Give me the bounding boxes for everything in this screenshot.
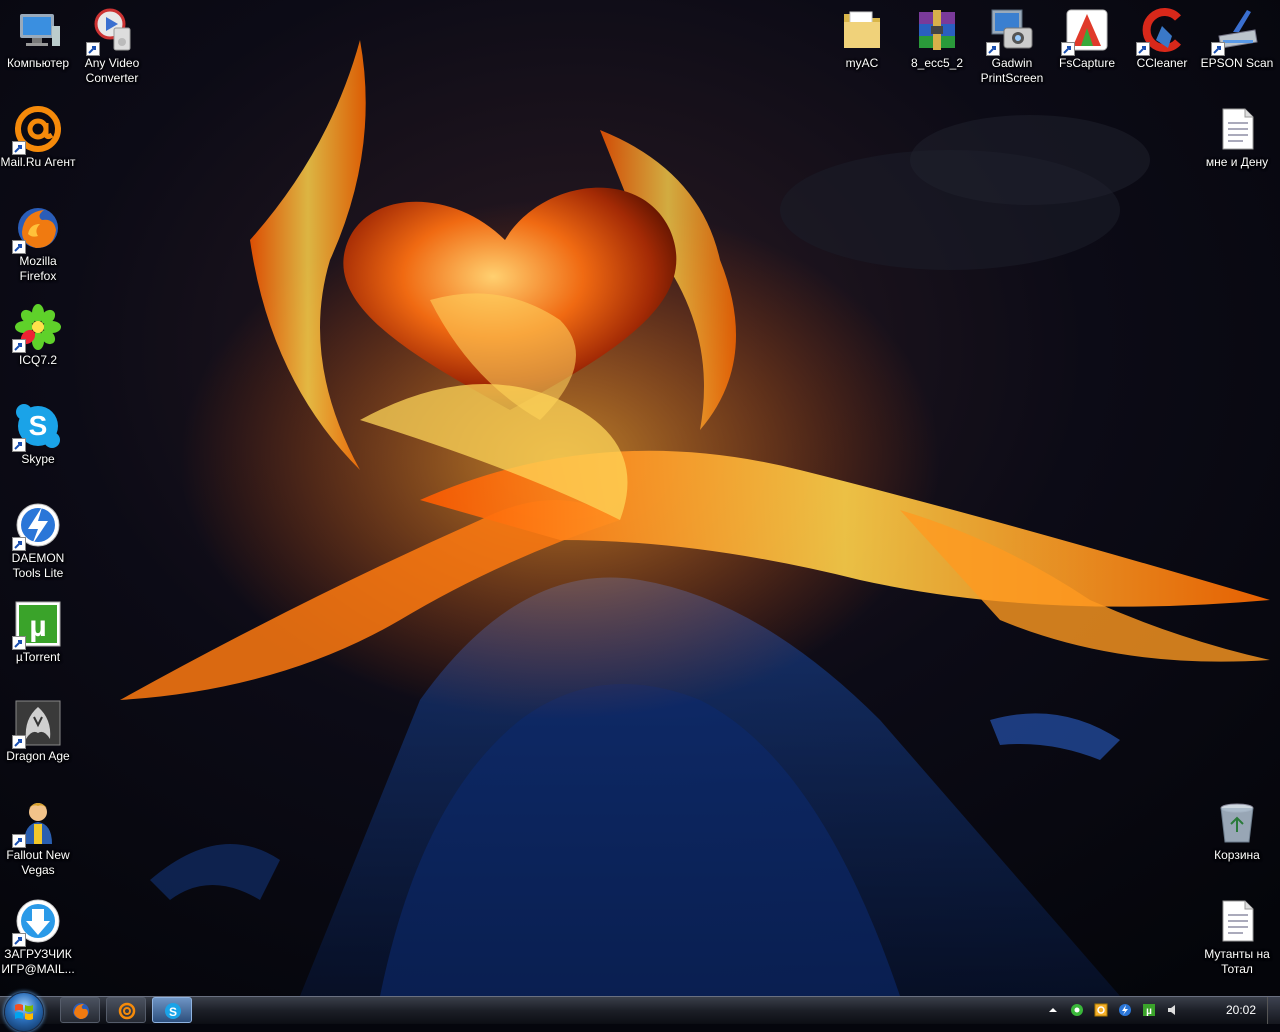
ccleaner-icon — [1136, 6, 1186, 56]
desktop-icon-gadwin-printscreen[interactable]: Gadwin PrintScreen — [974, 6, 1050, 86]
shortcut-arrow-icon — [986, 42, 1000, 56]
desktop-icon-label: ICQ7.2 — [18, 353, 57, 367]
desktop-icon-label: µTorrent — [15, 650, 61, 664]
desktop-icon-8-ecc5-2[interactable]: 8_ecc5_2 — [899, 6, 975, 71]
skype-icon: S — [12, 402, 62, 452]
utorrent-tray-icon[interactable]: µ — [1142, 1003, 1156, 1017]
desktop-icon-daemon-tools[interactable]: DAEMON Tools Lite — [0, 501, 76, 581]
start-button[interactable] — [4, 992, 44, 1032]
windows-logo-icon — [15, 1004, 33, 1020]
mozilla-firefox-icon — [12, 204, 62, 254]
desktop-icon-label: DAEMON Tools Lite — [11, 551, 65, 580]
winrar-archive-icon — [913, 6, 961, 54]
shortcut-arrow-icon — [1211, 42, 1225, 56]
desktop-icon-label: мне и Дену — [1205, 155, 1269, 169]
desktop-icon-fscapture[interactable]: FsCapture — [1049, 6, 1125, 71]
computer-icon — [14, 6, 62, 54]
daemon-tools-icon — [12, 501, 62, 551]
shortcut-arrow-icon — [12, 636, 26, 650]
desktop-icon-text-file-1[interactable]: мне и Дену — [1199, 105, 1275, 170]
desktop-icon-label: Мутанты на Тотал — [1204, 947, 1270, 976]
desktop-icon-utorrent[interactable]: µ µTorrent — [0, 600, 76, 665]
svg-text:S: S — [169, 1005, 177, 1019]
desktop-icon-label: Fallout New Vegas — [6, 848, 70, 877]
epson-scan-icon — [1211, 6, 1261, 56]
folder-icon — [838, 6, 886, 54]
desktop-icon-icq[interactable]: ICQ7.2 — [0, 303, 76, 368]
desktop-icon-label: FsCapture — [1058, 56, 1116, 70]
desktop-icon-label: Skype — [21, 452, 55, 466]
svg-text:S: S — [29, 410, 48, 441]
svg-text:µ: µ — [29, 610, 46, 643]
desktop-icon-label: Корзина — [1214, 848, 1260, 862]
shortcut-arrow-icon — [86, 42, 100, 56]
desktop-icon-text-file-2[interactable]: Мутанты на Тотал — [1199, 897, 1275, 977]
desktop-icon-mail-ru-agent[interactable]: Mail.Ru Агент — [0, 105, 76, 170]
shortcut-arrow-icon — [12, 141, 26, 155]
any-video-converter-icon — [86, 6, 136, 56]
shortcut-arrow-icon — [1136, 42, 1150, 56]
shortcut-arrow-icon — [1061, 42, 1075, 56]
desktop-icon-label: EPSON Scan — [1200, 56, 1274, 70]
desktop-icon-mozilla-firefox[interactable]: Mozilla Firefox — [0, 204, 76, 284]
desktop-icon-skype[interactable]: S Skype — [0, 402, 76, 467]
taskbar-firefox-button[interactable] — [60, 997, 100, 1023]
volume-icon[interactable] — [1166, 1003, 1180, 1017]
shortcut-arrow-icon — [12, 735, 26, 749]
shortcut-arrow-icon — [12, 240, 26, 254]
desktop-icon-recycle-bin[interactable]: Корзина — [1199, 798, 1275, 863]
recycle-bin-icon — [1213, 798, 1261, 846]
skype-taskbar-icon: S — [165, 1003, 181, 1019]
desktop-icon-label: Компьютер — [6, 56, 70, 70]
mail-agent-taskbar-icon — [118, 1002, 136, 1020]
desktop-icon-epson-scan[interactable]: EPSON Scan — [1199, 6, 1275, 71]
desktop-icon-label: Any Video Converter — [84, 56, 140, 85]
desktop-icon-label: CCleaner — [1136, 56, 1188, 70]
taskbar-mail-agent-button[interactable] — [106, 997, 146, 1023]
desktop-icon-label: ЗАГРУЗЧИК ИГР@MAIL... — [1, 947, 75, 976]
desktop-icon-label: 8_ecc5_2 — [910, 56, 964, 70]
dragon-age-icon — [12, 699, 62, 749]
shortcut-arrow-icon — [12, 537, 26, 551]
fallout-new-vegas-icon — [12, 798, 62, 848]
desktop-icon-label: Mozilla Firefox — [19, 254, 57, 283]
game-loader-icon — [12, 897, 62, 947]
desktop-icon-game-loader[interactable]: ЗАГРУЗЧИК ИГР@MAIL... — [0, 897, 76, 977]
fscapture-icon — [1061, 6, 1111, 56]
icq-icon — [12, 303, 62, 353]
mail-ru-agent-icon — [12, 105, 62, 155]
desktop-icon-myac[interactable]: myAC — [824, 6, 900, 71]
utorrent-icon: µ — [12, 600, 62, 650]
desktop-icon-ccleaner[interactable]: CCleaner — [1124, 6, 1200, 71]
clock[interactable]: 20:02 — [1226, 1003, 1256, 1017]
desktop-icon-label: Mail.Ru Агент — [0, 155, 76, 169]
desktop-icon-computer[interactable]: Компьютер — [0, 6, 76, 71]
desktop-icon-label: Dragon Age — [6, 749, 70, 763]
desktop-icon-any-video-converter[interactable]: Any Video Converter — [74, 6, 150, 86]
gadwin-printscreen-icon — [986, 6, 1036, 56]
show-desktop-button[interactable] — [1267, 997, 1280, 1024]
text-document-icon — [1213, 897, 1261, 945]
desktop-wallpaper — [0, 0, 1280, 996]
icq-tray-icon[interactable] — [1070, 1003, 1084, 1017]
show-hidden-icons-chevron[interactable] — [1046, 1003, 1060, 1017]
svg-text:µ: µ — [1146, 1006, 1152, 1017]
taskbar: S µ 20:02 — [0, 992, 1280, 1032]
desktop-icon-dragon-age[interactable]: Dragon Age — [0, 699, 76, 764]
mail-agent-tray-icon[interactable] — [1094, 1003, 1108, 1017]
taskbar-skype-button[interactable]: S — [152, 997, 192, 1023]
firefox-taskbar-icon — [73, 1003, 89, 1019]
shortcut-arrow-icon — [12, 339, 26, 353]
desktop-icon-label: myAC — [845, 56, 879, 70]
shortcut-arrow-icon — [12, 834, 26, 848]
shortcut-arrow-icon — [12, 438, 26, 452]
text-document-icon — [1213, 105, 1261, 153]
desktop-icon-label: Gadwin PrintScreen — [980, 56, 1044, 85]
system-tray: µ 20:02 — [1040, 997, 1280, 1025]
desktop-icon-fallout-new-vegas[interactable]: Fallout New Vegas — [0, 798, 76, 878]
daemon-tray-icon[interactable] — [1118, 1003, 1132, 1017]
shortcut-arrow-icon — [12, 933, 26, 947]
